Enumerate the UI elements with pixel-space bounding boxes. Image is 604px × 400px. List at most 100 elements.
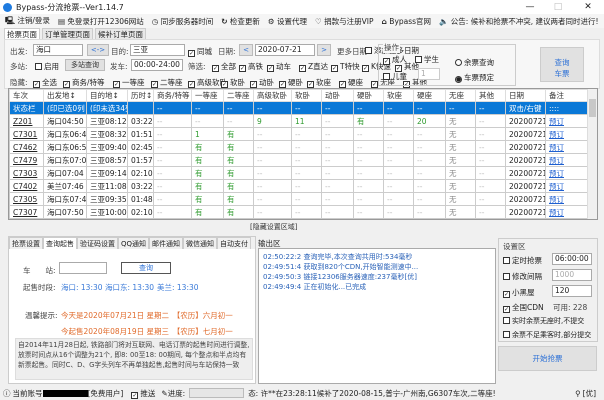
train-number[interactable]: Z201 [9, 114, 44, 128]
hide-checkbox[interactable]: ✓ 动卧 [250, 77, 274, 88]
book-link[interactable]: 预订 [545, 192, 588, 206]
interval-input[interactable]: 1000 [552, 269, 592, 281]
timed-grab-checkbox[interactable]: 定时抢票 [503, 255, 542, 266]
website-button[interactable]: ⌂ Bypass官网 [382, 16, 432, 27]
table-row[interactable]: C7305海口东07:47三亚09:3501:48--有有-----------… [9, 192, 588, 206]
date-input[interactable]: 2020-07-21 [255, 44, 315, 56]
settings-tab[interactable]: 微信通知 [183, 237, 218, 249]
radio-rest-query[interactable]: 余票查询 [455, 57, 494, 68]
column-header[interactable]: 高级软卧 [253, 89, 292, 102]
hide-checkbox[interactable]: ✓ 硬卧 [279, 77, 303, 88]
child-count-stepper[interactable]: 1 [418, 68, 440, 80]
no-seat-checkbox[interactable]: 实时余票无座时,不提交 [503, 316, 584, 326]
student-checkbox[interactable]: 学生 [415, 54, 439, 65]
hide-checkbox[interactable]: ✓ 软卧 [221, 77, 245, 88]
table-row[interactable]: Z201 海口04:50 三亚08:12 03:22 -- -- -- 9 11 -- 有 -- 20 无… [9, 114, 588, 128]
book-link[interactable]: 预订 [545, 127, 588, 141]
adult-checkbox[interactable]: ✓ 成人 [383, 54, 407, 65]
table-row[interactable]: C7303 海口07:04 三亚09:14 02:10 -- 有有 -- -- -- -- -- --… [9, 166, 588, 180]
tab-grab[interactable]: 抢票页面 [4, 28, 40, 39]
blacklist-input[interactable]: 120 [552, 285, 592, 297]
hide-checkbox[interactable]: ✓ 全选 [33, 77, 57, 88]
column-header[interactable]: 无座 [445, 89, 476, 102]
train-number[interactable]: C7305 [9, 192, 44, 206]
interval-checkbox[interactable]: 修改间隔 [503, 271, 542, 282]
same-city-checkbox[interactable]: ✓ 同城 [188, 46, 212, 57]
status-row[interactable]: 状态栏(印已选0列(印未选34列----------------------双击… [9, 101, 588, 115]
push-checkbox[interactable]: ✓ 推送 [131, 388, 155, 399]
hide-checkbox[interactable]: ✓ 二等座 [151, 77, 183, 88]
cdn-checkbox[interactable]: ✓ 全国CDN [503, 302, 544, 313]
settings-tab[interactable]: 邮件通知 [149, 237, 184, 249]
donate-vip-button[interactable]: ♡ 捐款与注册VIP [315, 16, 374, 27]
column-header[interactable]: 其他 [475, 89, 506, 102]
table-row[interactable]: C7462海口东06:55三亚09:4002:45--有有-----------… [9, 140, 588, 154]
hide-checkbox[interactable]: ✓ 软座 [307, 77, 331, 88]
table-row[interactable]: C7402 美兰07:46 三亚11:08 03:22 -- 有有 -- -- -- -- -- --… [9, 179, 588, 193]
tab-orders[interactable]: 订单管理页面 [42, 28, 93, 39]
column-header[interactable]: 硬座 [413, 89, 446, 102]
settings-tab[interactable]: QQ通知 [118, 237, 150, 249]
column-header[interactable]: 日期 [505, 89, 546, 102]
filter-checkbox[interactable]: ✓ T特快 [331, 61, 360, 72]
settings-tab[interactable]: 查询起售 [43, 237, 77, 249]
check-update-button[interactable]: ↻ 检查更新 [221, 16, 260, 27]
sync-time-button[interactable]: ◷ 同步服务器时间 [152, 16, 213, 27]
to-input[interactable]: 三亚 [130, 44, 185, 56]
book-link[interactable]: 预订 [545, 153, 588, 167]
hide-checkbox[interactable]: ✓ 硬座 [339, 77, 363, 88]
train-number[interactable]: C7462 [9, 140, 44, 154]
table-scrollbar[interactable] [587, 89, 597, 219]
start-grab-button[interactable]: 开始抢票 [498, 346, 597, 371]
table-row[interactable]: C7301海口东06:41三亚08:3201:51--1有-----------… [9, 127, 588, 141]
station-input[interactable] [59, 262, 107, 274]
column-header[interactable]: 动卧 [321, 89, 354, 102]
tab-waitlist[interactable]: 候补订单页面 [95, 28, 146, 39]
column-header[interactable]: 一等座 [191, 89, 224, 102]
book-link[interactable]: 预订 [545, 205, 588, 219]
settings-tab[interactable]: 抢票设置 [9, 237, 43, 249]
train-number[interactable]: C7301 [9, 127, 44, 141]
train-number[interactable]: C7307 [9, 205, 44, 219]
column-header[interactable]: 商务/特等 [153, 89, 192, 102]
train-number[interactable]: C7303 [9, 166, 44, 180]
from-input[interactable]: 海口 [33, 44, 83, 56]
filter-checkbox[interactable]: ✓ 高铁 [239, 61, 263, 72]
table-row[interactable]: C7307 海口07:50 三亚10:00 02:10 -- 有有 -- -- -- -- -- --… [9, 205, 588, 219]
multi-query-button[interactable]: 多站查询 [65, 59, 105, 71]
open-12306-button[interactable]: ▤ 免登录打开12306网站 [58, 16, 144, 27]
maximize-button[interactable]: □ [545, 0, 571, 14]
table-row[interactable]: C7479海口东07:00三亚08:5701:57--有有-----------… [9, 153, 588, 167]
radio-book[interactable]: ● 车票预定 [455, 72, 494, 83]
column-header[interactable]: 硬卧 [353, 89, 384, 102]
column-header[interactable]: 二等座 [223, 89, 254, 102]
timed-grab-input[interactable]: 06:00:00 [552, 253, 592, 265]
blacklist-checkbox[interactable]: ✓ 小黑屋 [503, 287, 535, 298]
query-tickets-button[interactable]: 查询车票 [540, 47, 584, 82]
hide-checkbox[interactable]: ✓ 商务/特等 [63, 77, 105, 88]
book-link[interactable]: 预订 [545, 166, 588, 180]
train-number[interactable]: C7402 [9, 179, 44, 193]
next-date-button[interactable]: > [317, 44, 331, 56]
depart-time-select[interactable]: 00:00-24:00 [131, 59, 183, 71]
filter-checkbox[interactable]: ✓ Z直达 [299, 61, 328, 72]
scroll-thumb[interactable] [589, 99, 596, 117]
settings-tab[interactable]: 自动支付 [217, 237, 252, 249]
column-header[interactable]: 备注 [545, 89, 588, 102]
column-header[interactable]: 软卧 [291, 89, 322, 102]
filter-checkbox[interactable]: ✓ 动车 [267, 61, 291, 72]
minimize-button[interactable]: — [517, 0, 543, 14]
close-button[interactable]: ✕ [575, 0, 601, 14]
prev-date-button[interactable]: < [239, 44, 253, 56]
hide-checkbox[interactable]: ✓ 一等座 [113, 77, 145, 88]
column-header[interactable]: 车次 [9, 89, 44, 102]
column-header[interactable]: 目的地↕ [86, 89, 128, 102]
book-link[interactable]: 预订 [545, 114, 588, 128]
presale-query-button[interactable]: 查询 [121, 262, 171, 274]
book-link[interactable]: 预订 [545, 140, 588, 154]
settings-tab[interactable]: 验证码设置 [77, 237, 118, 249]
proxy-button[interactable]: ⚙ 设置代理 [268, 16, 307, 27]
book-link[interactable]: 预订 [545, 179, 588, 193]
multi-enable-checkbox[interactable]: 启用 [35, 61, 59, 72]
train-number[interactable]: C7479 [9, 153, 44, 167]
